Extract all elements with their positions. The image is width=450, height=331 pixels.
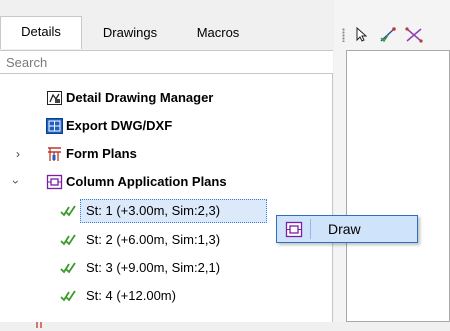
panel-tabs: Details Drawings Macros — [0, 16, 333, 49]
tree-item-label: Column Application Plans — [66, 174, 227, 189]
tab-macros[interactable]: Macros — [180, 18, 256, 48]
search-box — [0, 50, 333, 74]
menu-icon-separator — [310, 219, 311, 239]
export-dwg-icon — [46, 118, 63, 134]
toolbar-grip[interactable] — [342, 28, 345, 42]
context-menu-item-draw[interactable]: Draw — [277, 216, 417, 242]
tree-item-label: St: 2 (+6.00m, Sim:1,3) — [86, 232, 221, 247]
detail-panel: Details Drawings Macros Detail Drawing M… — [0, 0, 333, 328]
tab-drawings[interactable]: Drawings — [87, 18, 173, 48]
column-plans-icon — [46, 174, 63, 190]
tree-item-label: St: 4 (+12.00m) — [86, 288, 176, 303]
tree-item-label: St: 3 (+9.00m, Sim:2,1) — [86, 260, 221, 275]
tree-item-column-application-plans[interactable]: › Column Application Plans — [0, 170, 330, 194]
tree-item-st-3[interactable]: St: 3 (+9.00m, Sim:2,1) — [0, 256, 330, 280]
clipped-next-row-icon — [36, 316, 46, 328]
pick-line-icon[interactable] — [378, 26, 398, 44]
drawing-pane — [334, 0, 450, 322]
tree-item-label: Detail Drawing Manager — [66, 90, 214, 105]
tab-details[interactable]: Details — [0, 16, 82, 49]
tree-item-export-dwg[interactable]: Export DWG/DXF — [0, 114, 330, 138]
tree-view: Detail Drawing Manager Export DWG/DXF › — [0, 74, 333, 328]
tree-item-st-4[interactable]: St: 4 (+12.00m) — [0, 284, 330, 308]
checkmark-icon — [60, 288, 77, 304]
detail-drawing-manager-icon — [46, 90, 63, 106]
select-pointer-icon[interactable] — [352, 26, 372, 44]
drawing-canvas[interactable] — [346, 50, 450, 322]
tree-item-detail-drawing-manager[interactable]: Detail Drawing Manager — [0, 86, 330, 110]
chevron-right-icon[interactable]: › — [16, 142, 20, 166]
context-menu-item-label: Draw — [328, 221, 361, 237]
cross-select-icon[interactable] — [404, 26, 424, 44]
tree-item-label: Export DWG/DXF — [66, 118, 173, 133]
drawing-toolbar — [334, 22, 450, 48]
tree-item-label: Form Plans — [66, 146, 137, 161]
search-input[interactable] — [0, 51, 333, 73]
context-menu: Draw — [276, 215, 418, 243]
tree-item-form-plans[interactable]: › Form Plans — [0, 142, 330, 166]
checkmark-icon — [60, 260, 77, 276]
tree-item-label: St: 1 (+3.00m, Sim:2,3) — [86, 203, 221, 218]
form-plans-icon — [46, 146, 63, 162]
checkmark-icon — [60, 232, 77, 248]
chevron-down-icon[interactable]: › — [4, 180, 28, 184]
draw-icon — [285, 221, 303, 238]
checkmark-icon — [60, 203, 77, 219]
